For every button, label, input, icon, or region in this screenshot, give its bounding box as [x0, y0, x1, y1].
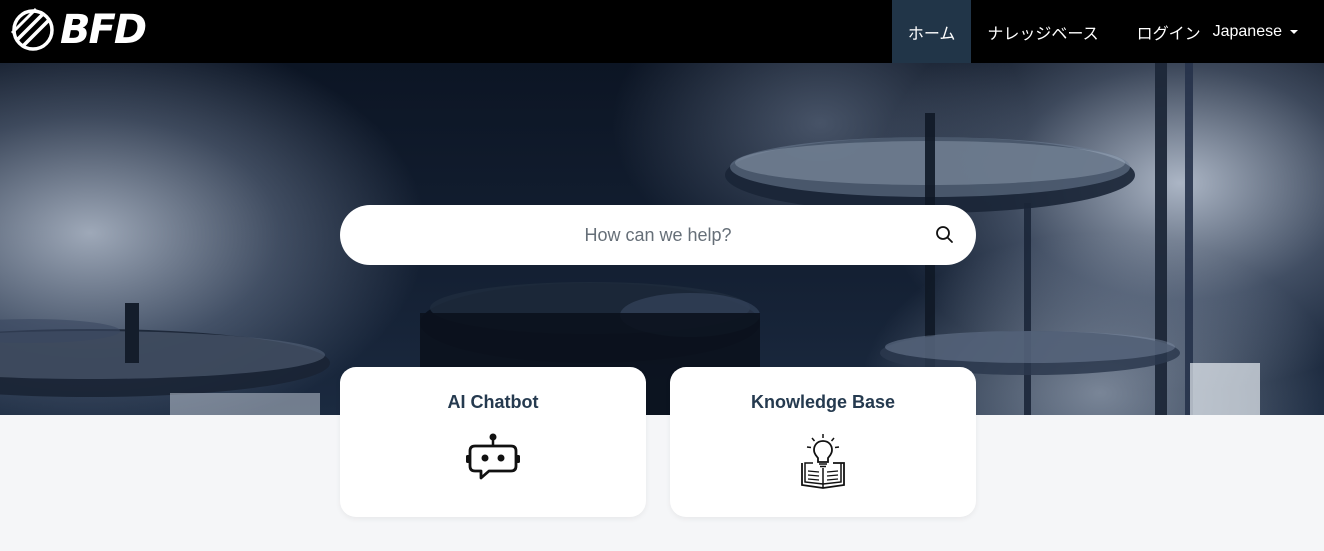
main-nav: ホーム ナレッジベース ログイン Japanese — [891, 0, 1324, 63]
bfd-logo-icon — [10, 7, 54, 51]
logo-text: BFD — [60, 7, 147, 53]
search-icon[interactable] — [934, 224, 956, 246]
card-title: Knowledge Base — [750, 392, 896, 412]
nav-item-knowledge-base[interactable]: ナレッジベース — [971, 0, 1114, 63]
ai-chatbot-card[interactable]: AI Chatbot — [340, 367, 646, 517]
brand-logo[interactable]: BFD — [10, 5, 147, 55]
card-title: AI Chatbot — [447, 392, 539, 412]
language-dropdown[interactable]: Japanese — [1209, 0, 1324, 63]
book-lightbulb-icon — [801, 434, 845, 489]
site-header: BFD ホーム ナレッジベース ログイン Japanese — [0, 0, 1324, 63]
nav-item-login[interactable]: ログイン — [1115, 0, 1209, 63]
search-bar — [340, 205, 976, 265]
language-label: Japanese — [1212, 22, 1282, 40]
nav-item-home[interactable]: ホーム — [891, 0, 972, 63]
knowledge-base-card[interactable]: Knowledge Base — [670, 367, 976, 517]
caret-down-icon — [1290, 29, 1298, 34]
search-input[interactable] — [398, 224, 918, 246]
robot-chat-icon — [466, 433, 520, 480]
